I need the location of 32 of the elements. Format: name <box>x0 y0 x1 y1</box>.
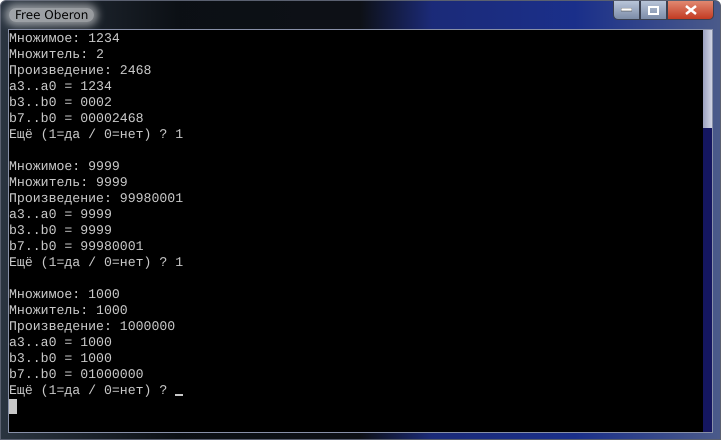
block-cursor <box>9 399 17 414</box>
console-line: a3..a0 = 9999 <box>9 207 112 222</box>
scrollbar[interactable] <box>703 30 712 432</box>
maximize-button[interactable] <box>640 1 667 20</box>
console-line: b7..b0 = 00002468 <box>9 111 144 126</box>
console-line: b3..b0 = 0002 <box>9 95 112 110</box>
console-line: a3..a0 = 1234 <box>9 79 112 94</box>
console-line: b3..b0 = 9999 <box>9 223 112 238</box>
console-line: Множитель: 1000 <box>9 303 128 318</box>
console-line: b7..b0 = 01000000 <box>9 367 144 382</box>
maximize-icon <box>648 6 659 14</box>
console-line: Произведение: 1000000 <box>9 319 176 334</box>
console-line: Множимое: 1234 <box>9 31 120 46</box>
console-line: b3..b0 = 1000 <box>9 351 112 366</box>
minimize-icon <box>621 8 632 12</box>
scrollbar-thumb[interactable] <box>703 30 712 128</box>
console-line: Ещё (1=да / 0=нет) ? 1 <box>9 255 184 270</box>
console-line: b7..b0 = 99980001 <box>9 239 144 254</box>
close-icon <box>684 5 696 15</box>
minimize-button[interactable] <box>613 1 640 20</box>
console-line: Произведение: 99980001 <box>9 191 184 206</box>
console-line: Произведение: 2468 <box>9 63 152 78</box>
console-line: Ещё (1=да / 0=нет) ? <box>9 383 168 398</box>
console-line: Множимое: 1000 <box>9 287 120 302</box>
console-line: Множитель: 9999 <box>9 175 128 190</box>
console-line: Множимое: 9999 <box>9 159 120 174</box>
console-line: Ещё (1=да / 0=нет) ? 1 <box>9 127 184 142</box>
underscore-cursor <box>175 394 184 396</box>
close-button[interactable] <box>667 1 714 20</box>
console-line: Множитель: 2 <box>9 47 104 62</box>
window-title: Free Oberon <box>9 8 94 22</box>
console-line: a3..a0 = 1000 <box>9 335 112 350</box>
